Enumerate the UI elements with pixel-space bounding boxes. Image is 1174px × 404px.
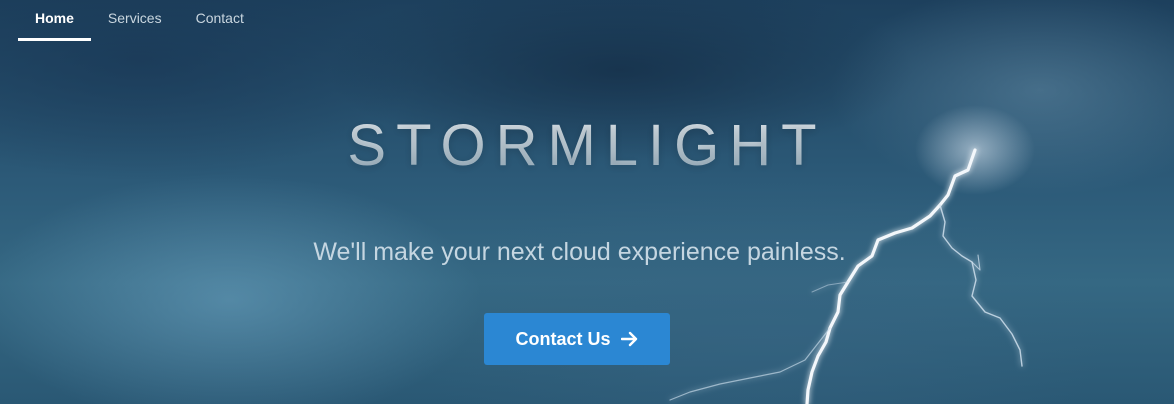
top-navigation: Home Services Contact: [18, 0, 261, 41]
contact-us-button-label: Contact Us: [515, 328, 611, 349]
nav-tab-services[interactable]: Services: [91, 0, 179, 41]
arrow-right-icon: [620, 331, 639, 347]
nav-tab-contact[interactable]: Contact: [179, 0, 261, 41]
hero-title: STORMLIGHT: [0, 112, 1174, 179]
nav-tab-home[interactable]: Home: [18, 0, 91, 41]
hero-tagline: We'll make your next cloud experience pa…: [313, 238, 846, 266]
contact-us-button[interactable]: Contact Us: [484, 313, 670, 365]
hero-section: Home Services Contact STORMLIGHT We'll m…: [0, 0, 1174, 404]
